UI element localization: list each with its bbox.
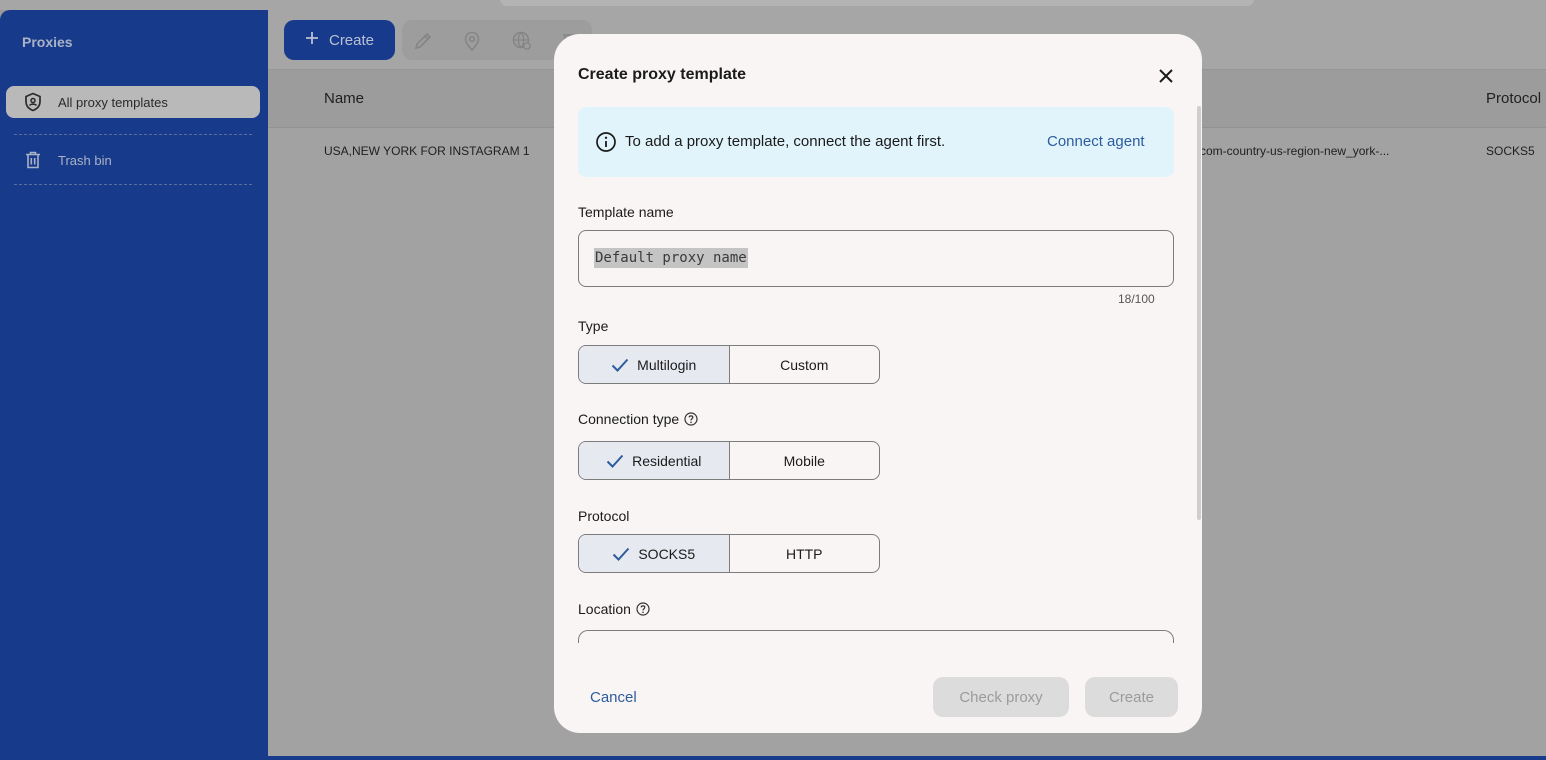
protocol-label: Protocol <box>578 508 629 524</box>
globe-settings-icon[interactable] <box>511 30 533 52</box>
location-label: Location <box>578 601 650 617</box>
sidebar-title: Proxies <box>22 34 73 50</box>
table-cell-protocol: SOCKS5 <box>1486 144 1535 158</box>
dialog-scrollbar[interactable] <box>1197 106 1201 520</box>
type-option-custom[interactable]: Custom <box>730 346 880 383</box>
cancel-button[interactable]: Cancel <box>590 689 637 706</box>
column-header-name[interactable]: Name <box>324 90 364 107</box>
connection-option-label: Mobile <box>783 452 825 469</box>
type-option-label: Custom <box>780 356 829 373</box>
window-top-strip <box>0 0 1546 10</box>
sidebar-item-all-proxy-templates[interactable]: All proxy templates <box>6 86 260 118</box>
create-proxy-template-dialog: Create proxy template To add a proxy tem… <box>554 34 1202 733</box>
check-icon <box>611 358 629 372</box>
table-cell-name[interactable]: USA,NEW YORK FOR INSTAGRAM 1 <box>324 144 530 158</box>
template-name-input[interactable]: Default proxy name <box>578 230 1174 287</box>
plus-icon <box>305 31 319 49</box>
check-proxy-button[interactable]: Check proxy <box>933 677 1069 717</box>
type-option-label: Multilogin <box>637 356 697 373</box>
info-banner: To add a proxy template, connect the age… <box>578 107 1174 177</box>
protocol-label-text: Protocol <box>578 508 630 524</box>
check-icon <box>606 454 624 468</box>
protocol-option-http[interactable]: HTTP <box>730 535 880 572</box>
type-toggle: Multilogin Custom <box>578 345 880 384</box>
sidebar-item-trash-bin[interactable]: Trash bin <box>6 144 260 176</box>
sidebar: Proxies All proxy templates Trash bin <box>0 10 268 760</box>
connection-type-label: Connection type <box>578 411 698 427</box>
type-label: Type <box>578 318 608 334</box>
bottom-bar <box>268 756 1546 760</box>
connection-option-mobile[interactable]: Mobile <box>730 442 880 479</box>
sidebar-item-label: Trash bin <box>58 152 112 168</box>
connection-option-label: Residential <box>632 452 702 469</box>
check-icon <box>613 547 630 561</box>
protocol-option-label: HTTP <box>785 545 823 562</box>
close-button[interactable] <box>1154 64 1178 88</box>
address-bar <box>500 0 1254 6</box>
edit-icon[interactable] <box>412 30 434 52</box>
type-label-text: Type <box>578 318 609 334</box>
connection-type-toggle: Residential Mobile <box>578 441 880 480</box>
info-icon <box>595 131 617 153</box>
protocol-toggle: SOCKS5 HTTP <box>578 534 880 573</box>
connect-agent-link[interactable]: Connect agent <box>1047 133 1145 150</box>
connection-option-residential[interactable]: Residential <box>579 442 730 479</box>
help-icon[interactable] <box>636 602 650 616</box>
scroll-fade <box>574 643 1178 673</box>
shield-icon <box>22 91 44 113</box>
sidebar-divider <box>14 184 252 185</box>
create-submit-button[interactable]: Create <box>1085 677 1178 717</box>
protocol-option-socks5[interactable]: SOCKS5 <box>579 535 730 572</box>
info-text: To add a proxy template, connect the age… <box>625 133 946 150</box>
template-name-label: Template name <box>578 204 674 220</box>
trash-icon <box>22 149 44 171</box>
character-counter: 18/100 <box>1118 292 1155 306</box>
dialog-title: Create proxy template <box>578 66 747 83</box>
template-name-value: Default proxy name <box>594 248 748 268</box>
column-header-protocol[interactable]: Protocol <box>1486 90 1541 107</box>
location-select[interactable] <box>578 630 1174 644</box>
protocol-option-label: SOCKS5 <box>638 545 696 562</box>
create-button-label: Create <box>328 31 375 49</box>
location-icon[interactable] <box>461 30 483 52</box>
type-option-multilogin[interactable]: Multilogin <box>579 346 730 383</box>
sidebar-divider <box>14 134 252 135</box>
template-name-label-text: Template name <box>578 204 674 220</box>
close-icon <box>1159 69 1173 83</box>
create-button[interactable]: Create <box>284 20 395 60</box>
help-icon[interactable] <box>684 412 698 426</box>
sidebar-item-label: All proxy templates <box>58 94 168 110</box>
connection-type-label-text: Connection type <box>578 411 680 427</box>
location-label-text: Location <box>578 601 631 617</box>
table-cell-host: com-country-us-region-new_york-... <box>1200 144 1390 158</box>
